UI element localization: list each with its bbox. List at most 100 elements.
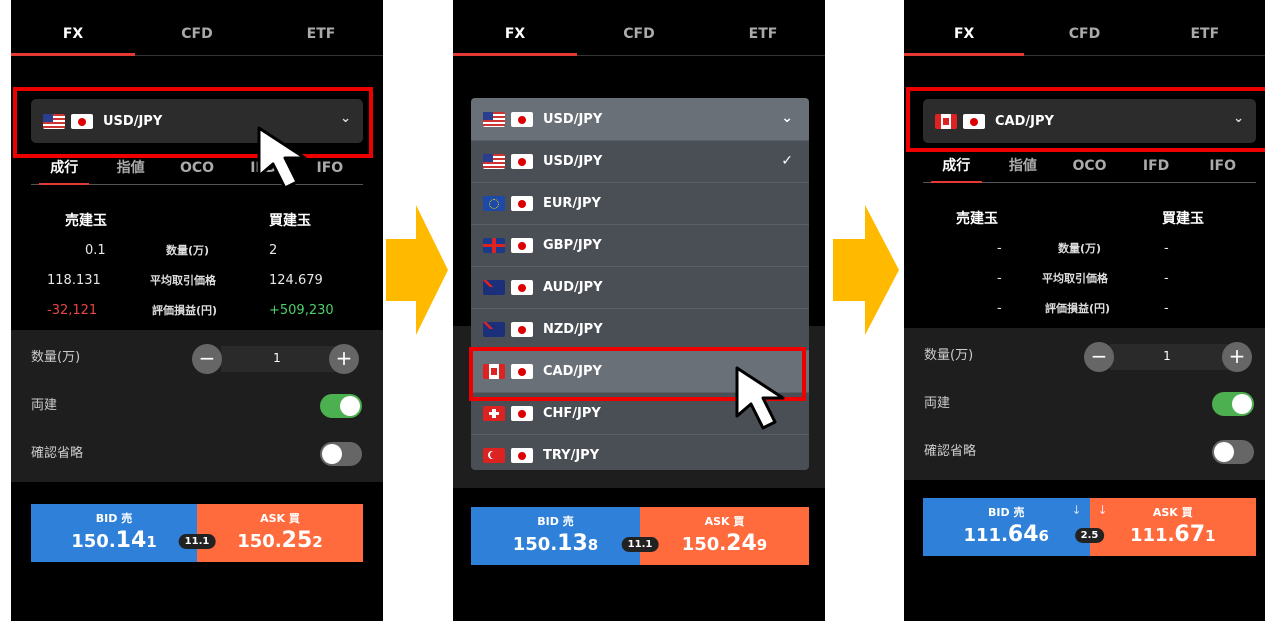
product-tabs: FX CFD ETF (11, 14, 383, 56)
tab-fx[interactable]: FX (11, 14, 135, 56)
dropdown-current-pair: USD/JPY (543, 111, 603, 127)
buy-avg-price: - (1164, 271, 1169, 286)
plus-button[interactable]: + (1222, 342, 1252, 372)
sell-quantity: 0.1 (85, 243, 106, 258)
position-summary: 売建玉 買建玉 - 数量(万) - - 平均取引価格 - - 評価損益(円) - (904, 204, 1265, 324)
quantity-label: 数量(万) (1058, 242, 1102, 255)
dropdown-option-eur-jpy[interactable]: EUR/JPY (471, 182, 809, 224)
bid-sell-button[interactable]: BID 売 150.138 (471, 507, 640, 565)
tab-etf[interactable]: ETF (701, 14, 825, 55)
bid-price: 150.138 (512, 531, 599, 556)
japan-flag-icon (511, 111, 533, 127)
dropdown-option-usd-jpy[interactable]: USD/JPY ✓ (471, 140, 809, 182)
sell-avg-price: - (997, 271, 1002, 286)
tab-etf[interactable]: ETF (1145, 14, 1265, 55)
tab-etf[interactable]: ETF (259, 14, 383, 55)
skip-confirm-label: 確認省略 (924, 444, 977, 459)
dropdown-option-nzd-jpy[interactable]: NZD/JPY (471, 308, 809, 350)
tab-cfd[interactable]: CFD (1024, 14, 1144, 55)
sell-avg-price: 118.131 (47, 273, 101, 288)
screen-after: FX CFD ETF CAD/JPY ⌄ 成行 指値 OCO IFD IFO 売… (904, 0, 1265, 621)
japan-flag-icon (511, 448, 533, 463)
pnl-label: 評価損益(円) (1045, 302, 1111, 315)
sell-pnl: - (997, 301, 1002, 316)
trade-buttons: BID 売 150.138 11.1 ASK 買 150.249 (471, 507, 809, 565)
hedge-toggle[interactable] (1212, 392, 1254, 416)
sell-position-header: 売建玉 (956, 211, 998, 227)
tab-ifo[interactable]: IFO (1189, 151, 1256, 182)
buy-quantity: 2 (269, 243, 278, 258)
tab-market[interactable]: 成行 (923, 151, 990, 183)
tab-cfd[interactable]: CFD (135, 14, 259, 55)
tab-fx[interactable]: FX (453, 14, 577, 56)
buy-position-header: 買建玉 (269, 213, 311, 229)
buy-pnl: +509,230 (269, 303, 334, 318)
qty-label: 数量(万) (924, 348, 974, 363)
position-summary: 売建玉 買建玉 0.1 数量(万) 2 118.131 平均取引価格 124.6… (11, 206, 383, 326)
buy-avg-price: 124.679 (269, 273, 323, 288)
minus-button[interactable]: − (192, 344, 222, 374)
dropdown-option-try-jpy[interactable]: TRY/JPY (471, 434, 809, 470)
spread-badge: 11.1 (178, 534, 216, 549)
hedge-label: 両建 (924, 396, 951, 411)
tab-cfd[interactable]: CFD (577, 14, 701, 55)
dropdown-option-gbp-jpy[interactable]: GBP/JPY (471, 224, 809, 266)
buy-position-header: 買建玉 (1162, 211, 1204, 227)
dropdown-option-aud-jpy[interactable]: AUD/JPY (471, 266, 809, 308)
japan-flag-icon (511, 154, 533, 169)
ask-down-arrow-icon: ↓ (1097, 503, 1108, 517)
highlight-box (906, 87, 1265, 152)
bid-label: BID 売 (95, 512, 133, 525)
bid-sell-button[interactable]: BID 売 150.141 (31, 504, 197, 562)
trade-buttons: ↓ BID 売 111.646 2.5 ↓ ASK 買 111.671 (923, 498, 1256, 556)
pnl-label: 評価損益(円) (152, 304, 218, 317)
buy-pnl: - (1164, 301, 1169, 316)
hedge-label: 両建 (31, 398, 58, 413)
dropdown-header[interactable]: USD/JPY ⌄ (471, 98, 809, 140)
sell-position-header: 売建玉 (65, 213, 107, 229)
dropdown-option-label: AUD/JPY (543, 280, 603, 295)
ask-label: ASK 買 (704, 515, 745, 528)
mouse-cursor-icon (735, 366, 785, 430)
bid-sell-button[interactable]: ↓ BID 売 111.646 (923, 498, 1090, 556)
ask-price: 150.249 (681, 531, 768, 556)
tab-oco[interactable]: OCO (164, 153, 230, 184)
tab-market[interactable]: 成行 (31, 153, 97, 185)
spread-badge: 11.1 (621, 537, 659, 552)
spread-badge: 2.5 (1074, 528, 1105, 543)
chevron-down-icon: ⌄ (781, 110, 793, 126)
order-settings: 数量(万) − 1 + 両建 確認省略 (904, 328, 1265, 480)
hedge-toggle[interactable] (320, 394, 362, 418)
order-settings: 数量(万) − 1 + 両建 確認省略 (11, 330, 383, 482)
mouse-cursor-icon (257, 126, 307, 190)
ask-buy-button[interactable]: ASK 買 150.249 (640, 507, 809, 565)
tab-ifd[interactable]: IFD (1123, 151, 1190, 182)
skip-confirm-toggle[interactable] (320, 442, 362, 466)
dropdown-option-label: TRY/JPY (543, 448, 600, 463)
plus-button[interactable]: + (329, 344, 359, 374)
dropdown-option-label: GBP/JPY (543, 238, 602, 253)
ask-buy-button[interactable]: ↓ ASK 買 111.671 (1089, 498, 1256, 556)
eu-flag-icon (483, 196, 505, 211)
us-flag-icon (483, 111, 505, 127)
tab-oco[interactable]: OCO (1056, 151, 1123, 182)
tr-flag-icon (483, 448, 505, 463)
minus-button[interactable]: − (1084, 342, 1114, 372)
us-flag-icon (483, 154, 505, 169)
dropdown-option-label: NZD/JPY (543, 322, 603, 337)
bid-label: BID 売 (537, 515, 574, 528)
qty-value[interactable]: 1 (257, 334, 297, 382)
tab-limit[interactable]: 指値 (97, 153, 163, 184)
tab-fx[interactable]: FX (904, 14, 1025, 56)
ask-buy-button[interactable]: ASK 買 150.252 (197, 504, 363, 562)
ask-label: ASK 買 (260, 512, 300, 525)
bid-price: 150.141 (71, 528, 157, 553)
sell-quantity: - (997, 241, 1002, 256)
skip-confirm-toggle[interactable] (1212, 440, 1254, 464)
step-arrow-icon (833, 205, 899, 335)
qty-value[interactable]: 1 (1147, 332, 1187, 380)
product-tabs: FX CFD ETF (453, 14, 825, 56)
tab-limit[interactable]: 指値 (990, 151, 1057, 182)
nz-flag-icon (483, 322, 505, 337)
step-arrow-icon (386, 205, 448, 335)
